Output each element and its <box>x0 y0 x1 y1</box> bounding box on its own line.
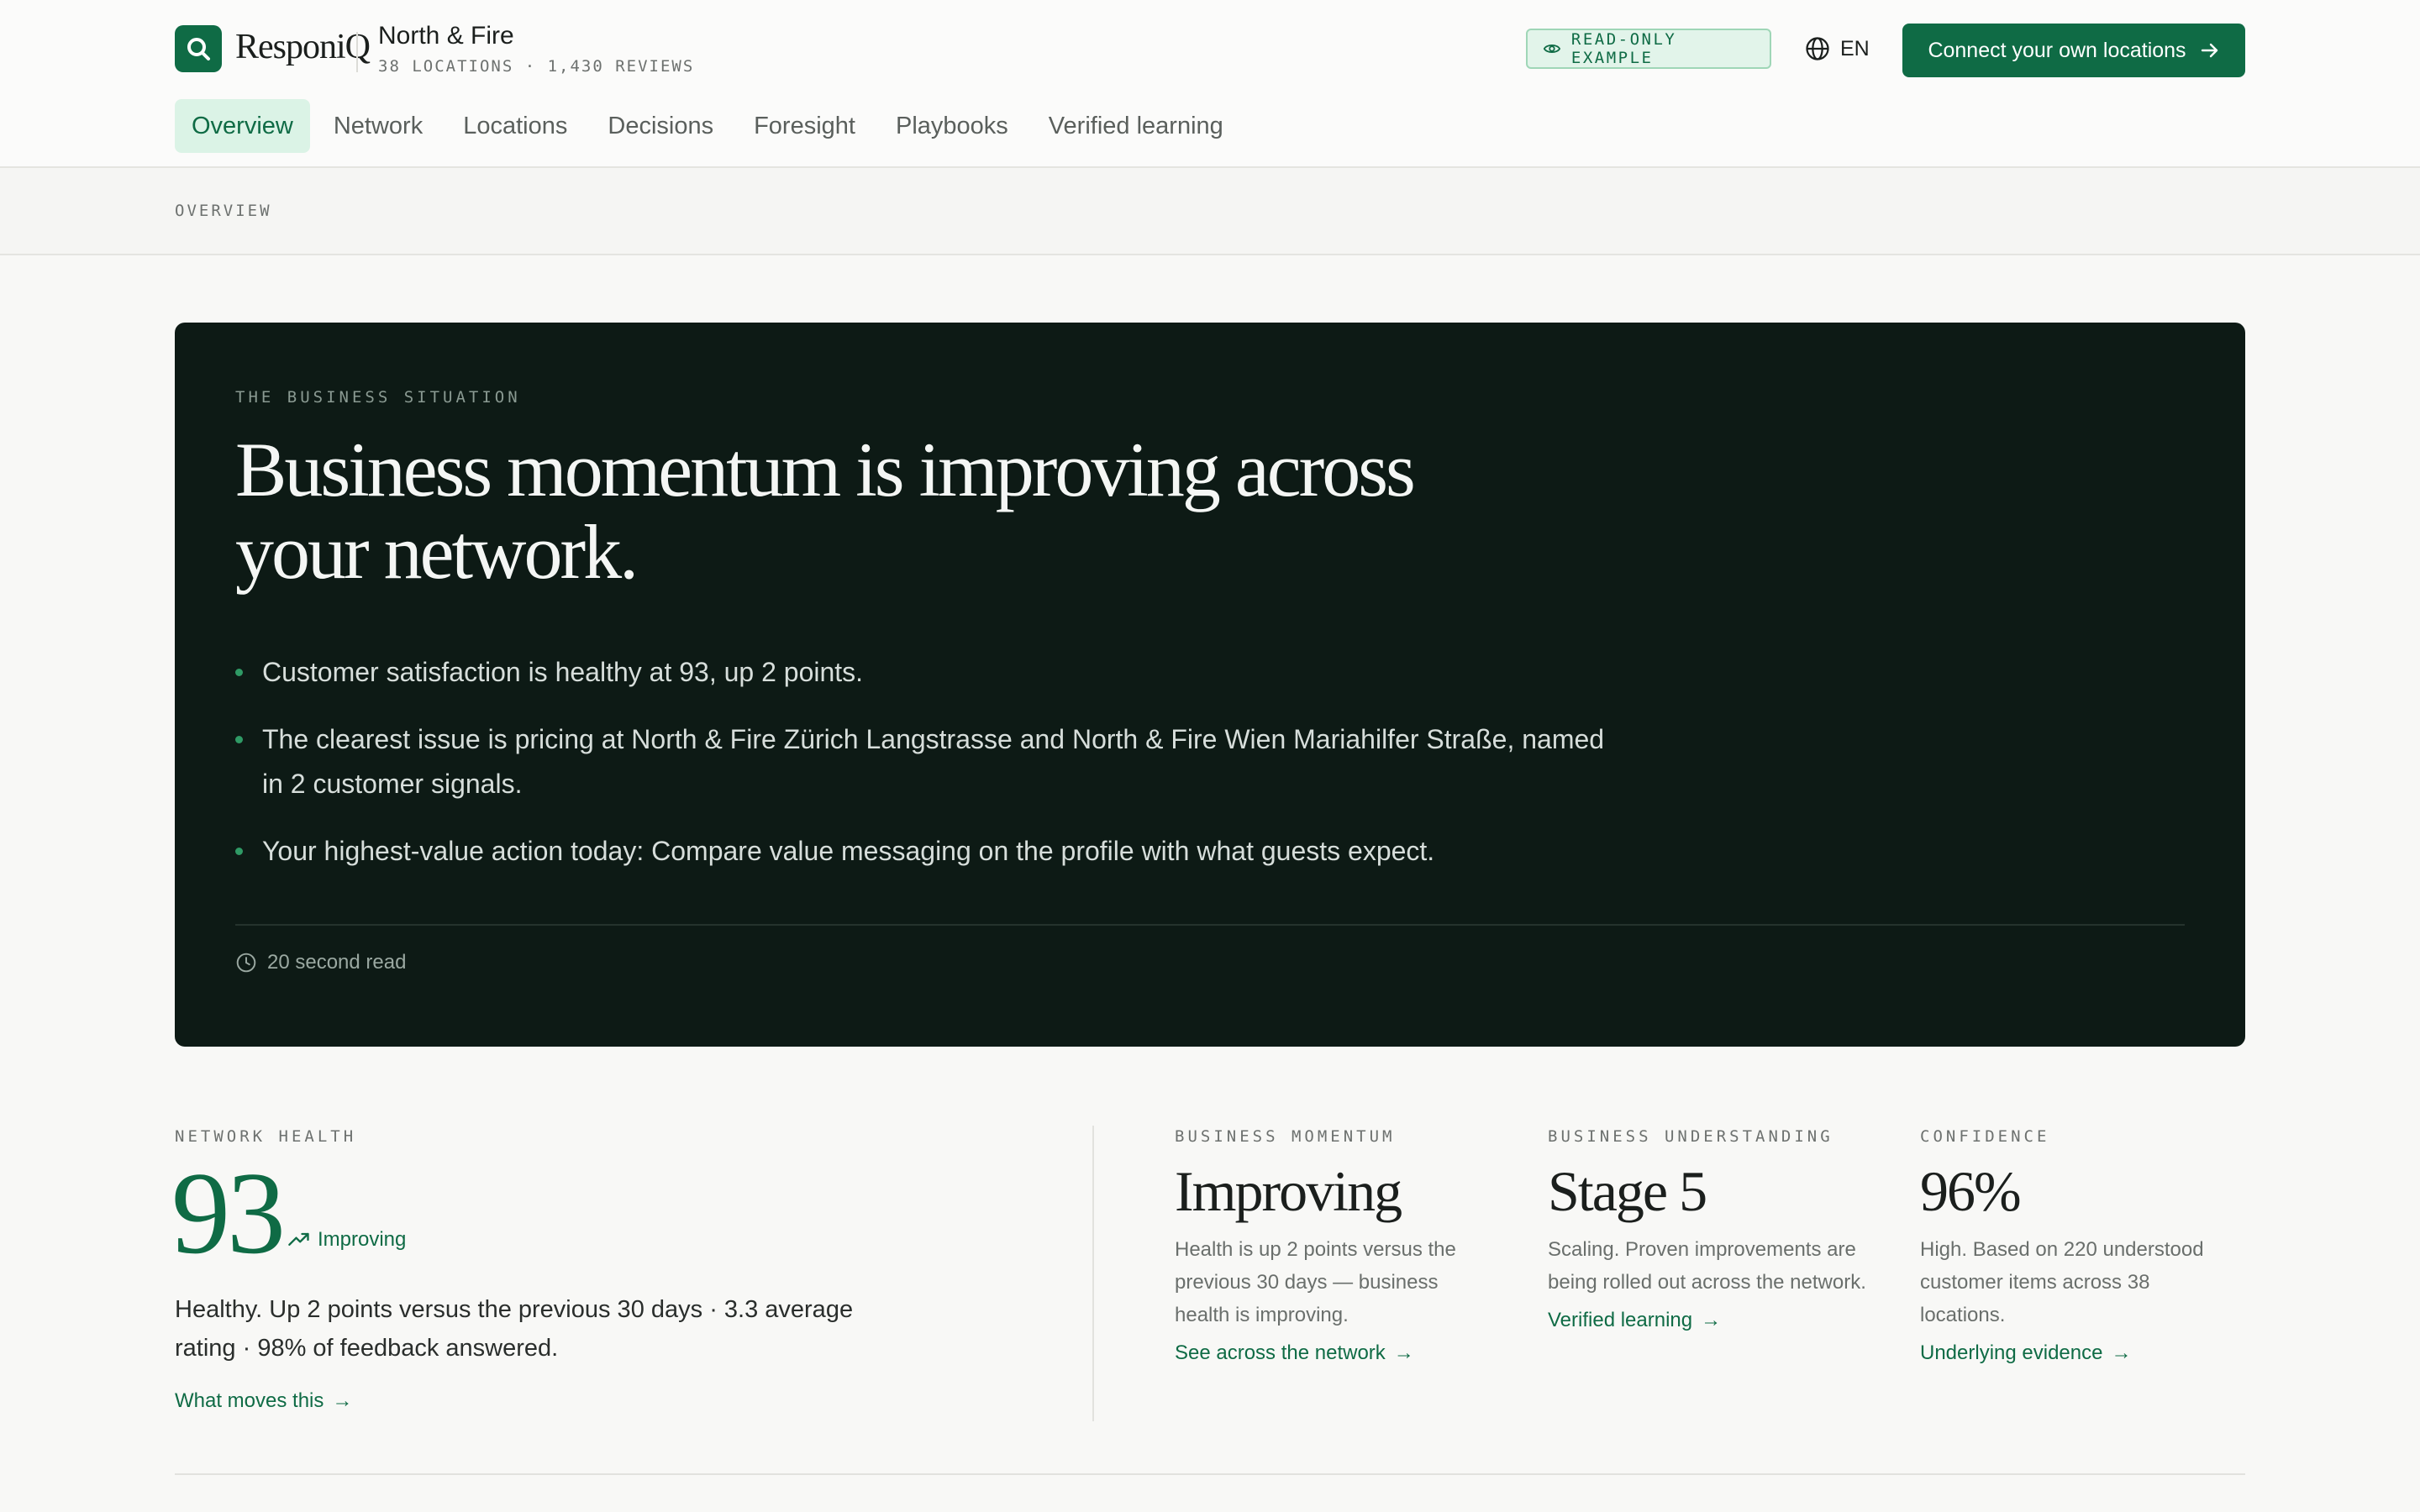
hero-divider <box>235 924 2185 926</box>
search-icon <box>187 38 210 60</box>
metric-value: 96% <box>1920 1159 2022 1223</box>
what-moves-this-label: What moves this <box>175 1389 324 1412</box>
read-time-label: 20 second read <box>267 951 407 974</box>
metric-label: BUSINESS MOMENTUM <box>1175 1127 1396 1146</box>
bullet-dot <box>235 736 243 743</box>
tab-foresight[interactable]: Foresight <box>737 99 872 153</box>
language-selector[interactable]: EN <box>1805 34 1870 64</box>
tab-locations[interactable]: Locations <box>446 99 584 153</box>
confidence-metric: CONFIDENCE 96% High. Based on 220 unders… <box>1920 1127 2239 1365</box>
tab-verified-learning[interactable]: Verified learning <box>1032 99 1240 153</box>
hero-bullet: Customer satisfaction is healthy at 93, … <box>235 650 1630 695</box>
arrow-right-icon: → <box>2111 1341 2132 1364</box>
tab-decisions[interactable]: Decisions <box>591 99 730 153</box>
hero-bullet: Your highest-value action today: Compare… <box>235 829 1630 874</box>
network-health-description: Healthy. Up 2 points versus the previous… <box>175 1296 854 1362</box>
logo-mark[interactable] <box>175 25 222 72</box>
arrow-right-icon: → <box>1701 1309 1722 1331</box>
arrow-right-icon: → <box>1393 1341 1414 1364</box>
metric-label: CONFIDENCE <box>1920 1127 2050 1146</box>
hero-bullet-text: The clearest issue is pricing at North &… <box>262 724 1605 799</box>
metric-description: Health is up 2 points versus the previou… <box>1175 1238 1456 1326</box>
tab-playbooks[interactable]: Playbooks <box>879 99 1025 153</box>
bullet-dot <box>235 848 243 855</box>
main-tabs: Overview Network Locations Decisions For… <box>175 99 1247 153</box>
network-health-trend-label: Improving <box>318 1228 407 1251</box>
metric-link-label: See across the network <box>1175 1341 1386 1364</box>
brand-name: ResponiQ <box>235 28 371 66</box>
hero-eyebrow: THE BUSINESS SITUATION <box>235 388 521 407</box>
arrow-right-icon <box>2201 43 2217 58</box>
connect-locations-button[interactable]: Connect your own locations <box>1902 24 2245 77</box>
business-understanding-metric: BUSINESS UNDERSTANDING Stage 5 Scaling. … <box>1548 1127 1867 1332</box>
hero-title: Business momentum is improving across yo… <box>235 427 1416 595</box>
metrics-divider <box>1092 1126 1094 1421</box>
metric-link-label: Verified learning <box>1548 1309 1693 1331</box>
network-health-value: 93 <box>171 1148 286 1278</box>
metric-description: Scaling. Proven improvements are being r… <box>1548 1238 1866 1294</box>
hero-bullet-text: Your highest-value action today: Compare… <box>262 836 1435 866</box>
business-name: North & Fire <box>378 22 514 50</box>
metric-value: Improving <box>1175 1159 1402 1223</box>
breadcrumb-bar: OVERVIEW <box>0 168 2420 255</box>
breadcrumb: OVERVIEW <box>175 202 272 220</box>
arrow-right-icon: → <box>332 1389 353 1412</box>
verified-learning-link[interactable]: Verified learning → <box>1548 1309 1867 1332</box>
network-health-trend: Improving <box>287 1228 406 1252</box>
business-momentum-metric: BUSINESS MOMENTUM Improving Health is up… <box>1175 1127 1494 1365</box>
globe-icon <box>1806 37 1829 60</box>
language-label: EN <box>1840 36 1870 60</box>
readonly-badge: READ-ONLY EXAMPLE <box>1526 29 1771 69</box>
read-time: 20 second read <box>235 951 406 974</box>
tab-network[interactable]: Network <box>317 99 439 153</box>
business-situation-card: THE BUSINESS SITUATION Business momentum… <box>175 323 2245 1047</box>
metric-description: High. Based on 220 understood customer i… <box>1920 1238 2204 1326</box>
metric-link-label: Underlying evidence <box>1920 1341 2103 1364</box>
business-meta: 38 LOCATIONS · 1,430 REVIEWS <box>378 57 695 76</box>
readonly-badge-label: READ-ONLY EXAMPLE <box>1570 30 1677 67</box>
metric-value: Stage 5 <box>1548 1159 1707 1223</box>
bullet-dot <box>235 669 243 676</box>
tab-overview[interactable]: Overview <box>175 99 310 153</box>
trending-up-icon <box>288 1232 309 1246</box>
clock-icon <box>236 953 256 973</box>
eye-icon <box>1543 44 1561 54</box>
network-health-label: NETWORK HEALTH <box>175 1127 357 1146</box>
hero-bullet-text: Customer satisfaction is healthy at 93, … <box>262 657 864 687</box>
metric-label: BUSINESS UNDERSTANDING <box>1548 1127 1833 1146</box>
bottom-divider <box>175 1473 2245 1475</box>
underlying-evidence-link[interactable]: Underlying evidence → <box>1920 1341 2239 1365</box>
see-across-network-link[interactable]: See across the network → <box>1175 1341 1494 1365</box>
top-header: ResponiQ North & Fire 38 LOCATIONS · 1,4… <box>0 0 2420 168</box>
hero-bullet-list: Customer satisfaction is healthy at 93, … <box>235 650 1630 896</box>
hero-bullet: The clearest issue is pricing at North &… <box>235 717 1630 806</box>
what-moves-this-link[interactable]: What moves this → <box>175 1389 352 1413</box>
header-divider <box>356 32 358 72</box>
connect-locations-label: Connect your own locations <box>1928 38 2186 62</box>
